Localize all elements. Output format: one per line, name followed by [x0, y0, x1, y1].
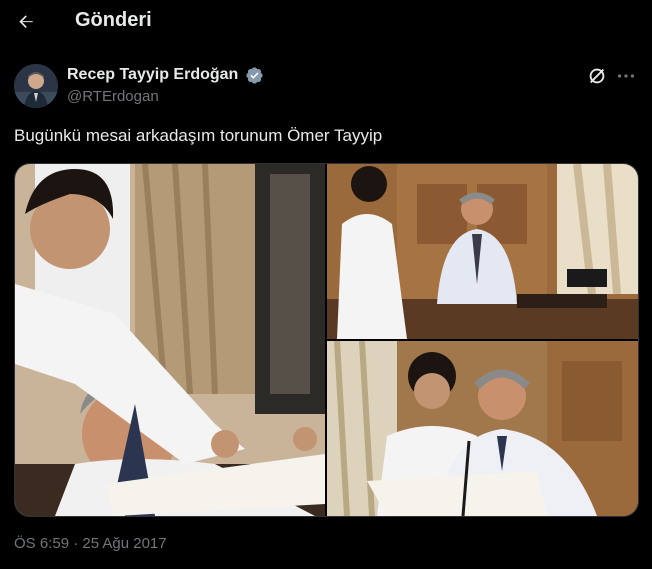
page-title: Gönderi: [75, 9, 152, 31]
author-name[interactable]: Recep Tayyip Erdoğan: [67, 66, 238, 84]
photo-man-and-boy-at-desk-closeup[interactable]: [15, 164, 325, 516]
tweet-text: Bugünkü mesai arkadaşım torunum Ömer Tay…: [14, 126, 383, 145]
photo-boy-standing-by-desk[interactable]: [327, 164, 638, 339]
author-handle[interactable]: @RTErdogan: [67, 88, 159, 105]
verified-badge-icon: [246, 67, 263, 84]
grok-icon[interactable]: [586, 65, 608, 87]
back-button[interactable]: [12, 8, 40, 36]
media-grid: [14, 163, 639, 517]
avatar[interactable]: [14, 64, 58, 108]
arrow-left-icon: [19, 15, 33, 28]
photo-man-and-boy-reading-papers[interactable]: [327, 341, 638, 516]
tweet-timestamp[interactable]: ÖS 6:59 · 25 Ağu 2017: [14, 535, 167, 552]
top-bar: Gönderi: [0, 0, 652, 44]
more-horizontal-icon[interactable]: [615, 65, 637, 87]
